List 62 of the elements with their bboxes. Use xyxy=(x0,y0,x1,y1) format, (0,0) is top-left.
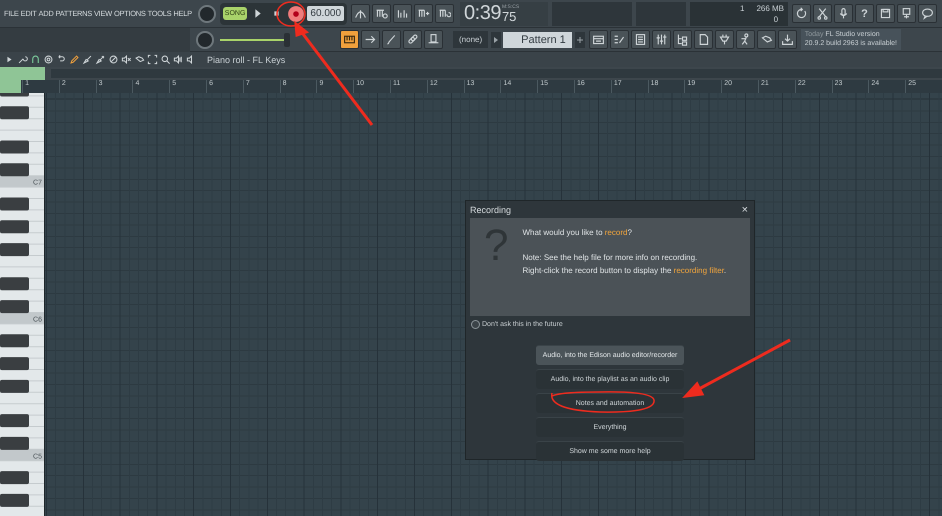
speaker-icon[interactable] xyxy=(173,54,184,65)
microphone-icon[interactable] xyxy=(834,4,854,23)
knob[interactable] xyxy=(198,4,216,22)
download-icon[interactable] xyxy=(778,30,797,49)
magnet-icon[interactable] xyxy=(30,54,41,65)
record-button[interactable] xyxy=(287,4,306,22)
comb-loop-icon[interactable] xyxy=(435,4,454,23)
person-icon[interactable] xyxy=(736,30,755,49)
speech-bubble-icon[interactable] xyxy=(918,4,938,23)
pattern-selector[interactable]: Pattern 1 xyxy=(503,32,572,48)
step-icon[interactable] xyxy=(610,30,629,49)
arrow-right-icon[interactable] xyxy=(361,30,380,49)
arch-icon[interactable] xyxy=(351,4,370,23)
brush-icon[interactable] xyxy=(95,54,106,65)
channel-selector[interactable]: (none) xyxy=(453,31,488,48)
voices-count: 1 xyxy=(740,4,744,12)
scissors-icon[interactable] xyxy=(813,4,832,23)
question-mark-glyph: ? xyxy=(484,224,508,272)
pencil-icon[interactable] xyxy=(69,54,80,65)
wrench-icon[interactable] xyxy=(17,54,28,65)
selection-icon[interactable] xyxy=(147,54,158,65)
link-icon[interactable] xyxy=(403,30,422,49)
zoom-icon[interactable] xyxy=(160,54,171,65)
mixer-icon[interactable] xyxy=(652,30,671,49)
cpu-value: 0 xyxy=(774,14,778,24)
tree-icon[interactable] xyxy=(672,30,692,49)
bars-plus-icon[interactable] xyxy=(414,4,434,23)
keyboard-icon[interactable] xyxy=(340,30,359,49)
piano-roll-title[interactable]: Piano roll - FL Keys xyxy=(207,54,286,64)
link[interactable]: recording filter xyxy=(674,266,724,275)
no-sign-icon[interactable] xyxy=(108,54,119,65)
document-icon[interactable] xyxy=(694,30,713,49)
knob[interactable] xyxy=(196,30,214,48)
pen-icon[interactable] xyxy=(382,30,401,49)
annotation-circle xyxy=(276,1,306,27)
dialog-message: Right-click the record button to display the recording filter. xyxy=(522,266,726,275)
arrow-right-icon[interactable] xyxy=(491,32,502,48)
dialog-title: Recording xyxy=(470,204,512,214)
list-icon[interactable] xyxy=(630,30,650,49)
window-icon[interactable] xyxy=(588,30,608,49)
tempo-display[interactable]: 60.000 xyxy=(307,6,344,21)
dialog-message: What would you like to record? xyxy=(522,228,633,237)
bars-icon[interactable] xyxy=(393,4,412,23)
comb-icon[interactable] xyxy=(372,4,392,23)
refresh-icon[interactable] xyxy=(792,4,812,23)
circle-icon[interactable] xyxy=(43,54,54,65)
time-centiseconds: 75 xyxy=(502,10,518,22)
slider-thumb[interactable] xyxy=(284,32,290,46)
plus-icon[interactable] xyxy=(574,32,585,48)
corner-tab[interactable] xyxy=(0,80,22,93)
plug-icon[interactable] xyxy=(714,30,734,49)
dialog-message: Note: See the help file for more info on recording. xyxy=(522,253,698,262)
help-button[interactable]: ? xyxy=(855,4,874,23)
close-button[interactable]: × xyxy=(740,204,750,216)
time-value: 0:39 xyxy=(464,2,501,25)
memory-usage: 266 MB xyxy=(756,4,784,12)
brush-icon[interactable] xyxy=(82,54,93,65)
top-hat-icon[interactable] xyxy=(424,30,443,49)
mute-icon[interactable] xyxy=(121,54,132,65)
link[interactable]: record xyxy=(604,228,628,237)
checkbox[interactable] xyxy=(471,320,480,329)
save-icon[interactable] xyxy=(876,4,896,23)
